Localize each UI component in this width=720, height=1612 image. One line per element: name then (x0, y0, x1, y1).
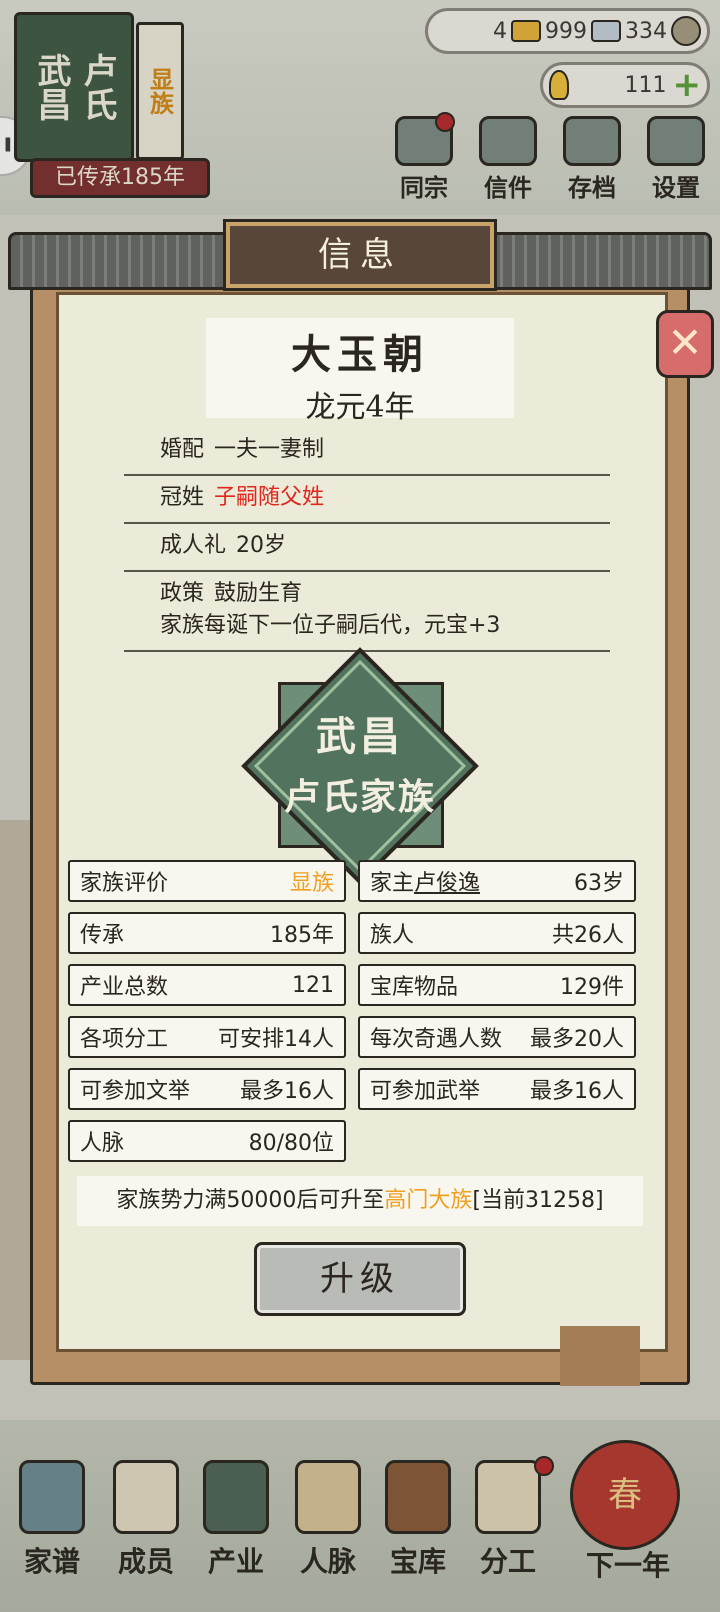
stat-members: 族人 共26人 (358, 912, 636, 954)
stat-head-age: 63岁 (574, 871, 624, 896)
rule-surname-label: 冠姓 (160, 485, 205, 510)
upgrade-button[interactable]: 升级 (254, 1242, 466, 1316)
rule-policy-desc: 家族每诞下一位子嗣后代，元宝+3 (160, 613, 501, 638)
stat-civil-exam-label: 可参加文举 (80, 1079, 191, 1104)
rule-marriage: 婚配 一夫一妻制 (124, 428, 610, 476)
stat-labor-label: 各项分工 (80, 1027, 169, 1052)
stat-head-name[interactable]: 卢俊逸 (414, 871, 480, 896)
emblem-place: 武昌 (316, 713, 404, 760)
stat-head-label-group: 家主卢俊逸 (370, 865, 480, 897)
rule-surname-value: 子嗣随父姓 (214, 485, 325, 510)
stat-industries-label: 产业总数 (80, 975, 169, 1000)
rule-coming-of-age: 成人礼 20岁 (124, 524, 610, 572)
dialog-footer-decoration (40, 1326, 680, 1386)
family-emblem: 武昌 卢氏家族 (241, 647, 479, 885)
stat-rating-label: 家族评价 (80, 871, 169, 896)
rule-marriage-value: 一夫一妻制 (214, 437, 325, 462)
stat-treasury-label: 宝库物品 (370, 975, 459, 1000)
stat-labor: 各项分工 可安排14人 (68, 1016, 346, 1058)
stat-treasury-value: 129件 (560, 975, 624, 1000)
notice-suffix: [当前31258] (472, 1188, 604, 1213)
stat-members-value: 共26人 (552, 923, 624, 948)
era-year: 龙元4年 (305, 390, 415, 425)
upgrade-notice: 家族势力满50000后可升至高门大族[当前31258] (77, 1176, 643, 1226)
close-icon: ✕ (667, 318, 703, 367)
close-button[interactable]: ✕ (656, 310, 714, 378)
family-rules: 婚配 一夫一妻制 冠姓 子嗣随父姓 成人礼 20岁 政策 鼓励生育 家族每诞下一位子嗣后… (124, 428, 610, 652)
stat-industries: 产业总数 121 (68, 964, 346, 1006)
stat-military-exam: 可参加武举 最多16人 (358, 1068, 636, 1110)
stat-head-label: 家主 (370, 871, 415, 896)
dialog-title: 信息 (223, 219, 497, 291)
stat-treasury: 宝库物品 129件 (358, 964, 636, 1006)
stat-heritage-label: 传承 (80, 923, 125, 948)
era-box: 大玉朝 龙元4年 (206, 318, 514, 425)
stat-labor-value: 可安排14人 (218, 1027, 334, 1052)
stat-connections-value: 80/80位 (248, 1131, 334, 1156)
stat-rating-value: 显族 (289, 871, 334, 896)
stat-heritage-value: 185年 (270, 923, 334, 948)
stat-encounter-label: 每次奇遇人数 (370, 1027, 503, 1052)
emblem-family: 卢氏家族 (283, 776, 436, 818)
notice-prefix: 家族势力满50000后可升至 (116, 1188, 385, 1213)
stat-head[interactable]: 家主卢俊逸 63岁 (358, 860, 636, 902)
stat-civil-exam-value: 最多16人 (240, 1079, 334, 1104)
stat-connections-label: 人脉 (80, 1131, 125, 1156)
dynasty-name: 大玉朝 (291, 331, 429, 378)
rule-coming-of-age-label: 成人礼 (160, 533, 227, 558)
stat-military-exam-label: 可参加武举 (370, 1079, 481, 1104)
stat-rating: 家族评价 显族 (68, 860, 346, 902)
stat-industries-value: 121 (292, 972, 334, 998)
rule-marriage-label: 婚配 (160, 437, 205, 462)
stat-encounter: 每次奇遇人数 最多20人 (358, 1016, 636, 1058)
rule-coming-of-age-value: 20岁 (236, 533, 287, 558)
rule-policy-label: 政策 (160, 581, 205, 606)
stat-military-exam-value: 最多16人 (530, 1079, 624, 1104)
stat-connections: 人脉 80/80位 (68, 1120, 346, 1162)
stat-civil-exam: 可参加文举 最多16人 (68, 1068, 346, 1110)
rule-surname: 冠姓 子嗣随父姓 (124, 476, 610, 524)
notice-target: 高门大族 (384, 1188, 473, 1213)
rule-policy-value: 鼓励生育 (214, 581, 303, 606)
family-stats: 家族评价 显族 家主卢俊逸 63岁 传承 185年 族人 共26人 产业总数 1… (68, 860, 652, 1162)
stat-encounter-value: 最多20人 (530, 1027, 624, 1052)
stat-heritage: 传承 185年 (68, 912, 346, 954)
rule-policy: 政策 鼓励生育 家族每诞下一位子嗣后代，元宝+3 (124, 572, 610, 652)
stat-members-label: 族人 (370, 923, 415, 948)
